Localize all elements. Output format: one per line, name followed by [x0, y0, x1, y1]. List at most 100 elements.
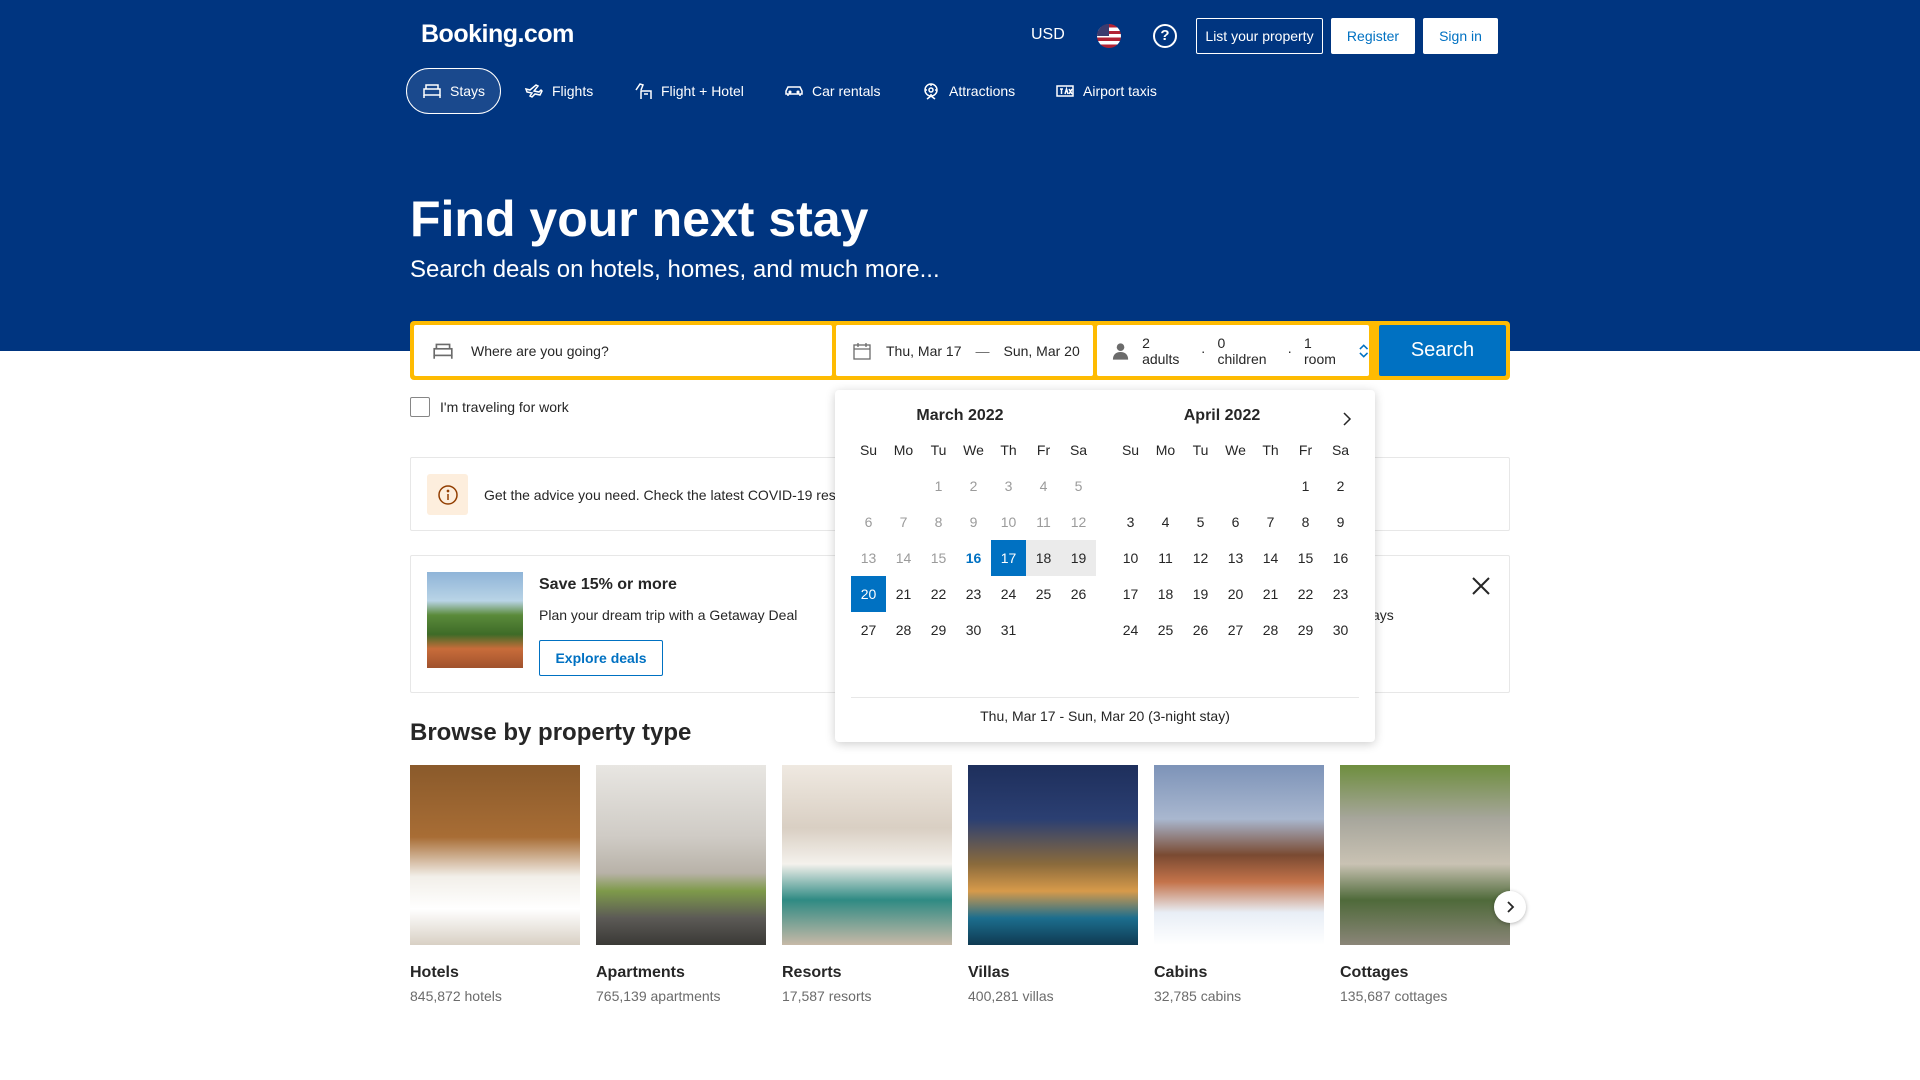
calendar-day[interactable]: 8 — [1288, 504, 1323, 540]
promo-text: Plan your dream trip with a Getaway Deal — [539, 607, 798, 623]
cottages-image[interactable] — [1340, 765, 1510, 945]
calendar-day[interactable]: 16 — [1323, 540, 1358, 576]
calendar-day[interactable]: 7 — [1253, 504, 1288, 540]
calendar-day[interactable]: 21 — [886, 576, 921, 612]
checkin-date[interactable]: Thu, Mar 17 — [886, 343, 961, 359]
explore-deals-button[interactable]: Explore deals — [539, 640, 663, 676]
property-type-name[interactable]: Villas — [968, 964, 1138, 982]
calendar-day[interactable]: 24 — [991, 576, 1026, 612]
calendar-day[interactable]: 9 — [1323, 504, 1358, 540]
calendar-day[interactable]: 26 — [1061, 576, 1096, 612]
date-separator: — — [975, 342, 990, 359]
nav-car-rentals[interactable]: Car rentals — [784, 68, 880, 114]
calendar-day[interactable]: 26 — [1183, 612, 1218, 648]
property-type-name[interactable]: Apartments — [596, 964, 766, 982]
us-flag-icon[interactable] — [1097, 24, 1121, 48]
bed-icon — [423, 84, 441, 98]
calendar-day[interactable]: 13 — [1218, 540, 1253, 576]
hotels-image[interactable] — [410, 765, 580, 945]
cabins-image[interactable] — [1154, 765, 1324, 945]
apartments-image[interactable] — [596, 765, 766, 945]
nav-flights[interactable]: Flights — [524, 68, 593, 114]
work-travel-checkbox[interactable] — [410, 397, 430, 417]
checkout-date[interactable]: Sun, Mar 20 — [1003, 343, 1079, 359]
chevron-right-icon[interactable] — [1335, 407, 1359, 431]
destination-field[interactable]: Where are you going? — [414, 325, 832, 376]
calendar-day[interactable]: 25 — [1026, 576, 1061, 612]
calendar-day[interactable]: 6 — [1218, 504, 1253, 540]
property-type-name[interactable]: Hotels — [410, 964, 580, 982]
calendar-day[interactable]: 28 — [886, 612, 921, 648]
work-travel-checkbox-row[interactable]: I'm traveling for work — [410, 397, 569, 417]
help-icon[interactable]: ? — [1153, 24, 1177, 48]
calendar-day[interactable]: 10 — [1113, 540, 1148, 576]
resorts-image[interactable] — [782, 765, 952, 945]
calendar-day[interactable]: 22 — [1288, 576, 1323, 612]
calendar-day[interactable]: 11 — [1148, 540, 1183, 576]
sign-in-button[interactable]: Sign in — [1423, 18, 1498, 54]
calendar-day[interactable]: 17 — [991, 540, 1026, 576]
currency-selector[interactable]: USD — [1031, 26, 1065, 44]
calendar-day[interactable]: 23 — [956, 576, 991, 612]
calendar-day[interactable]: 20 — [1218, 576, 1253, 612]
booking-logo[interactable]: Booking.com — [421, 20, 574, 49]
register-button[interactable]: Register — [1331, 18, 1415, 54]
calendar-day[interactable]: 31 — [991, 612, 1026, 648]
property-type-count: 17,587 resorts — [782, 988, 872, 1004]
calendar-day[interactable]: 29 — [1288, 612, 1323, 648]
stay-summary: Thu, Mar 17 - Sun, Mar 20 (3-night stay) — [980, 708, 1230, 724]
villas-image[interactable] — [968, 765, 1138, 945]
calendar-day[interactable]: 16 — [956, 540, 991, 576]
calendar-empty-cell — [851, 468, 886, 504]
calendar-day[interactable]: 27 — [1218, 612, 1253, 648]
calendar-day[interactable]: 23 — [1323, 576, 1358, 612]
guests-field[interactable]: 2 adults · 0 children · 1 room — [1097, 325, 1369, 376]
calendar-day[interactable]: 3 — [1113, 504, 1148, 540]
calendar-day[interactable]: 30 — [1323, 612, 1358, 648]
carousel-next-button[interactable] — [1494, 891, 1526, 923]
date-picker-field[interactable]: Thu, Mar 17 — Sun, Mar 20 — [836, 325, 1093, 376]
calendar-day[interactable]: 30 — [956, 612, 991, 648]
calendar-day[interactable]: 15 — [1288, 540, 1323, 576]
calendar-day[interactable]: 22 — [921, 576, 956, 612]
weekday-label: Th — [1000, 442, 1017, 458]
calendar-day[interactable]: 27 — [851, 612, 886, 648]
calendar-day[interactable]: 19 — [1183, 576, 1218, 612]
weekday-label: Sa — [1069, 442, 1088, 458]
nav-flight-hotel[interactable]: Flight + Hotel — [633, 68, 744, 114]
chevron-up-down-icon — [1358, 343, 1368, 358]
nav-attractions[interactable]: Attractions — [921, 68, 1015, 114]
bed-icon — [433, 343, 453, 359]
calendar-day[interactable]: 28 — [1253, 612, 1288, 648]
property-type-hotels[interactable]: Hotels 845,872 hotels — [410, 765, 580, 1004]
property-type-villas[interactable]: Villas 400,281 villas — [968, 765, 1138, 1004]
calendar-day[interactable]: 25 — [1148, 612, 1183, 648]
calendar-day[interactable]: 1 — [1288, 468, 1323, 504]
calendar-day[interactable]: 24 — [1113, 612, 1148, 648]
calendar-day[interactable]: 19 — [1061, 540, 1096, 576]
calendar-day[interactable]: 14 — [1253, 540, 1288, 576]
property-type-apartments[interactable]: Apartments 765,139 apartments — [596, 765, 766, 1004]
calendar-day[interactable]: 29 — [921, 612, 956, 648]
calendar-day[interactable]: 21 — [1253, 576, 1288, 612]
calendar-day[interactable]: 4 — [1148, 504, 1183, 540]
calendar-day[interactable]: 18 — [1026, 540, 1061, 576]
property-type-name[interactable]: Cabins — [1154, 964, 1324, 982]
nav-airport-taxis[interactable]: Airport taxis — [1055, 68, 1157, 114]
calendar-day[interactable]: 2 — [1323, 468, 1358, 504]
close-icon[interactable] — [1469, 574, 1493, 598]
calendar-day[interactable]: 12 — [1183, 540, 1218, 576]
guests-dot: · — [1200, 342, 1206, 359]
property-type-name[interactable]: Resorts — [782, 964, 952, 982]
property-type-cottages[interactable]: Cottages 135,687 cottages — [1340, 765, 1510, 1004]
calendar-day[interactable]: 17 — [1113, 576, 1148, 612]
property-type-resorts[interactable]: Resorts 17,587 resorts — [782, 765, 952, 1004]
property-type-cabins[interactable]: Cabins 32,785 cabins — [1154, 765, 1324, 1004]
property-type-name[interactable]: Cottages — [1340, 964, 1510, 982]
calendar-day[interactable]: 5 — [1183, 504, 1218, 540]
list-property-button[interactable]: List your property — [1196, 18, 1323, 54]
calendar-day[interactable]: 18 — [1148, 576, 1183, 612]
nav-stays[interactable]: Stays — [406, 68, 502, 114]
calendar-day[interactable]: 20 — [851, 576, 886, 612]
search-button[interactable]: Search — [1379, 325, 1506, 376]
